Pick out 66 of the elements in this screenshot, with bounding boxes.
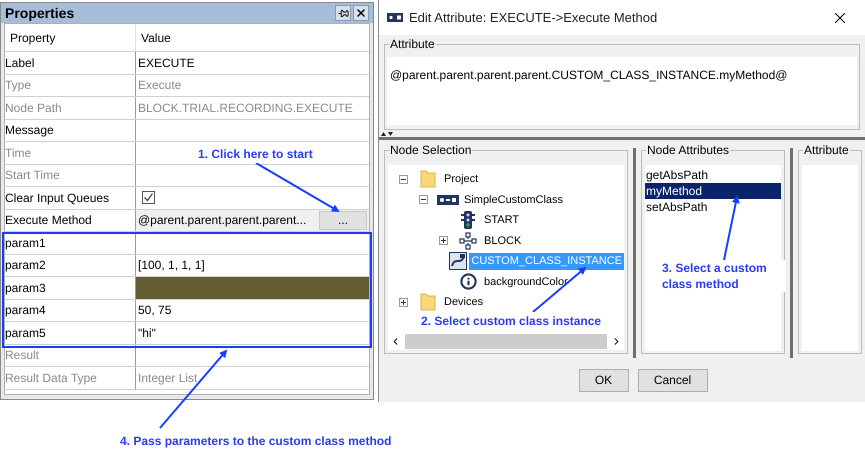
pin-icon — [338, 8, 348, 18]
annotation-arrow — [723, 195, 740, 260]
property-name: Result Data Type — [5, 370, 97, 387]
collapse-toggle[interactable] — [398, 174, 408, 184]
expand-toggle[interactable] — [398, 298, 408, 307]
column-header[interactable]: Value — [141, 28, 171, 46]
property-name: Execute Method — [5, 212, 92, 230]
tree-item[interactable]: START — [482, 212, 522, 228]
horizontal-scrollbar[interactable] — [388, 333, 624, 350]
attribute-field[interactable]: @parent.parent.parent.parent.CUSTOM_CLASS_INSTANCE.myMethod@ — [387, 57, 857, 125]
color-swatch[interactable] — [136, 277, 369, 298]
attribute-list-item[interactable]: myMethod — [645, 183, 781, 199]
attribute-list-item[interactable]: setAbsPath — [645, 199, 781, 215]
column-header[interactable]: Property — [10, 28, 56, 46]
property-name: param2 — [5, 257, 46, 274]
collapse-toggle[interactable] — [418, 195, 428, 204]
expand-toggle[interactable] — [438, 236, 448, 246]
property-name: Time — [5, 144, 32, 162]
property-value: BLOCK.TRIAL.RECORDING.EXECUTE — [137, 100, 353, 117]
property-value: Execute — [137, 77, 182, 94]
scrollbar-thumb[interactable] — [405, 334, 607, 349]
property-name: Clear Input Queues — [5, 190, 110, 207]
checkbox[interactable] — [142, 191, 155, 204]
dialog-title: Edit Attribute: EXECUTE->Execute Method — [409, 8, 658, 27]
class-icon — [387, 13, 403, 22]
tree-item[interactable]: Devices — [442, 294, 486, 310]
property-name: Node Path — [5, 100, 62, 117]
attribute-list-item[interactable]: getAbsPath — [645, 167, 781, 183]
property-name: param4 — [5, 302, 46, 320]
instance-icon — [449, 252, 468, 270]
property-value: 50, 75 — [137, 302, 172, 320]
info-icon — [460, 273, 476, 290]
property-value: Integer List — [137, 370, 198, 387]
annotation: 3. Select a custom class method — [662, 260, 786, 292]
block-diagram-icon — [459, 232, 477, 250]
property-value: EXECUTE — [137, 54, 195, 72]
dialog-button[interactable]: Cancel — [638, 368, 708, 392]
dialog-button[interactable]: OK — [578, 368, 628, 392]
plus-icon — [400, 298, 406, 306]
tree-item[interactable]: BLOCK — [482, 232, 524, 249]
class-icon — [437, 194, 459, 205]
property-value: [100, 1, 1, 1] — [137, 257, 205, 274]
tree-item[interactable]: Project — [442, 171, 480, 188]
property-name: param3 — [5, 280, 46, 297]
property-name: Label — [5, 54, 34, 72]
tree-item[interactable]: backgroundColor — [482, 274, 570, 290]
property-name: Type — [5, 77, 32, 94]
panel-title: Properties — [5, 4, 76, 23]
traffic-light-icon — [461, 211, 475, 230]
folder-icon — [420, 170, 436, 188]
folder-icon — [420, 293, 436, 312]
property-name: Start Time — [5, 167, 60, 184]
property-name: Result — [5, 347, 40, 364]
property-value: "hi" — [137, 324, 156, 342]
pin-button[interactable] — [335, 5, 351, 21]
close-button[interactable] — [353, 5, 369, 21]
browse-button[interactable]: ... — [319, 210, 367, 230]
annotation: 4. Pass parameters to the custom class method — [120, 433, 392, 450]
property-value: @parent.parent.parent.parent... — [137, 212, 308, 230]
close-icon — [355, 7, 367, 19]
splitter-arrows-icon[interactable] — [380, 130, 394, 136]
plus-icon — [440, 237, 446, 244]
tree-item[interactable]: SimpleCustomClass — [462, 192, 566, 208]
property-name: param5 — [5, 324, 46, 342]
property-name: param1 — [5, 234, 46, 252]
property-name: Message — [5, 122, 54, 140]
